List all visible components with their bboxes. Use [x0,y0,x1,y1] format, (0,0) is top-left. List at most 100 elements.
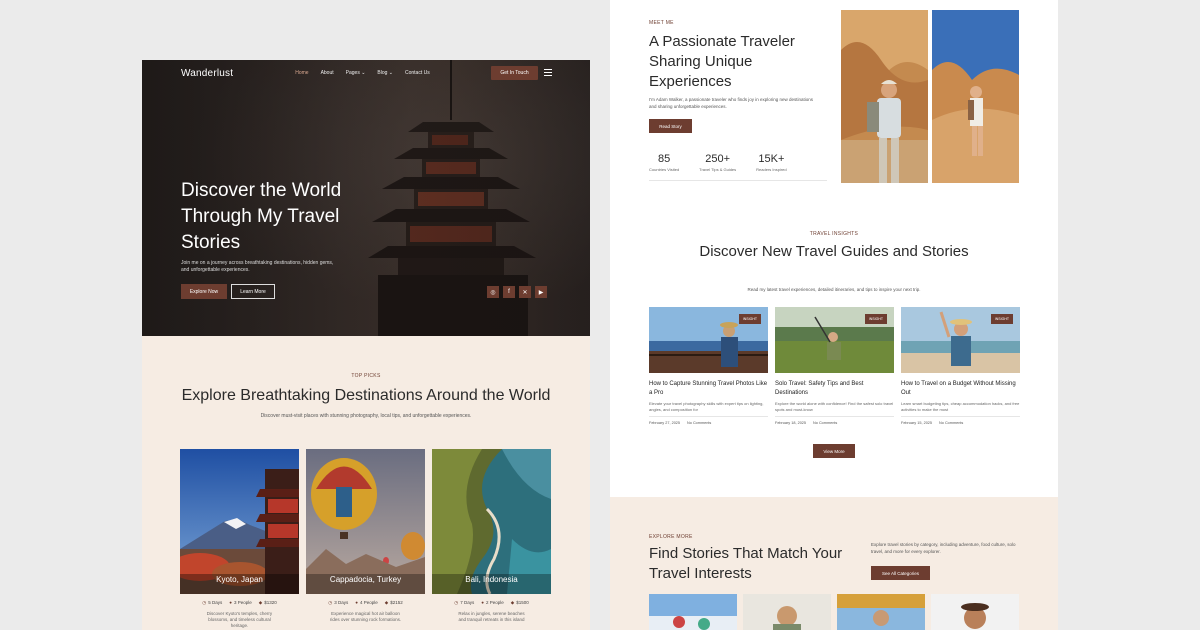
meet-title: A Passionate Traveler Sharing Unique Exp… [649,33,795,90]
homepage-preview-right: MEET ME A Passionate Traveler Sharing Un… [610,0,1058,630]
destination-card[interactable]: Bali, Indonesia ◷ 7 Days ● 2 People ◆ $1500… [432,449,551,629]
post-excerpt: Elevate your travel photography skills w… [649,401,764,412]
destination-meta: ◷ 5 Days ● 3 People ◆ $1320 [202,600,277,605]
explore-section: EXPLORE MORE Find Stories That Match You… [610,497,1058,630]
people-icon: ● [355,600,358,605]
category-thumb[interactable] [931,594,1019,630]
post-badge: INSIGHT [738,314,761,324]
post-comments[interactable]: No Comments [813,421,837,425]
price-tag-icon: ◆ [258,600,263,605]
nav-pages[interactable]: Pages ⌄ [346,70,366,76]
destination-text: Relax in jungles, serene beaches and tra… [458,611,525,622]
hero-subtitle: Join me on a journey across breathtaking… [181,260,334,273]
clock-icon: ◷ [454,600,459,605]
nav-blog[interactable]: Blog ⌄ [377,70,393,76]
instagram-icon[interactable]: ◎ [487,286,499,298]
post-badge: INSIGHT [990,314,1013,324]
see-all-categories-button[interactable]: See All Categories [871,566,930,580]
destination-name: Kyoto, Japan [216,575,263,584]
meet-kicker: MEET ME [649,20,674,26]
top-picks-desc: Discover must-visit places with stunning… [260,413,472,419]
insights-title: Discover New Travel Guides and Stories [699,243,969,260]
site-logo[interactable]: Wanderlust [181,68,233,79]
explore-title: Find Stories That Match Your Travel Inte… [649,545,843,582]
stat-tips: 250+ Travel Tips & Guides [699,153,737,172]
post-date: February 15, 2025 [901,421,933,425]
destination-card[interactable]: Kyoto, Japan ◷ 5 Days ● 3 People ◆ $1320 Di… [180,449,299,629]
destination-meta: ◷ 3 Days ● 4 People ◆ $2152 [328,600,403,605]
meet-bio: I'm Adam Walker, a passionate traveler w… [649,97,814,109]
view-more-button[interactable]: View More [813,444,855,458]
explore-kicker: EXPLORE MORE [649,534,693,540]
post-excerpt: Learn smart budgeting tips, cheap accomm… [901,401,1020,412]
post-title[interactable]: How to Travel on a Budget Without Missin… [901,380,1020,398]
blog-posts: INSIGHT How to Capture Stunning Travel P… [649,307,1020,425]
hamburger-menu-icon[interactable] [544,69,552,76]
post-meta: February 18, 2025 No Comments [775,416,894,425]
post-title[interactable]: Solo Travel: Safety Tips and Best Destin… [775,380,894,398]
cappadocia-image: Cappadocia, Turkey [306,449,425,594]
blog-post-card[interactable]: INSIGHT How to Travel on a Budget Withou… [901,307,1020,425]
get-in-touch-button[interactable]: Get In Touch [491,66,538,80]
hero-title: Discover the World Through My Travel Sto… [181,180,342,253]
nav-home[interactable]: Home [295,70,308,76]
kyoto-image: Kyoto, Japan [180,449,299,594]
blog-post-card[interactable]: INSIGHT Solo Travel: Safety Tips and Bes… [775,307,894,425]
read-story-button[interactable]: Read Story [649,119,692,133]
nav-about[interactable]: About [321,70,334,76]
post-comments[interactable]: No Comments [939,421,963,425]
category-thumb[interactable] [649,594,737,630]
price-tag-icon: ◆ [510,600,515,605]
explore-now-button[interactable]: Explore Now [181,284,227,299]
divider [649,180,827,181]
people-icon: ● [229,600,232,605]
homepage-preview-left: Wanderlust Home About Pages ⌄ Blog ⌄ Con… [142,60,590,630]
post-badge: INSIGHT [864,314,887,324]
post-title[interactable]: How to Capture Stunning Travel Photos Li… [649,380,768,398]
hero-section: Wanderlust Home About Pages ⌄ Blog ⌄ Con… [142,60,590,336]
destination-text: Discover Kyoto's temples, cherry blossom… [206,611,273,628]
youtube-icon[interactable]: ▶ [535,286,547,298]
post-date: February 18, 2025 [775,421,807,425]
category-thumbnails [649,594,1019,630]
post-meta: February 15, 2025 No Comments [901,416,1020,425]
stats-row: 85 Countries Visited 250+ Travel Tips & … [649,153,787,172]
category-thumb[interactable] [743,594,831,630]
stat-countries: 85 Countries Visited [649,153,680,172]
post-date: February 27, 2025 [649,421,681,425]
stat-readers: 15K+ Readers Inspired [756,153,787,172]
explore-desc: Explore travel stories by category, incl… [871,542,1016,554]
top-picks-kicker: TOP PICKS [351,373,381,379]
blog-post-card[interactable]: INSIGHT How to Capture Stunning Travel P… [649,307,768,425]
post-image-solo: INSIGHT [775,307,894,373]
clock-icon: ◷ [328,600,333,605]
destination-text: Experience magical hot air balloon rides… [329,611,402,622]
post-meta: February 27, 2025 No Comments [649,416,768,425]
top-picks-title: Explore Breathtaking Destinations Around… [181,387,551,404]
traveler-photo-desert [841,10,928,183]
post-image-budget: INSIGHT [901,307,1020,373]
insights-desc: Read my latest travel experiences, detai… [747,287,921,292]
post-comments[interactable]: No Comments [687,421,711,425]
social-links: ◎ f ✕ ▶ [487,286,547,298]
facebook-icon[interactable]: f [503,286,515,298]
category-thumb[interactable] [837,594,925,630]
clock-icon: ◷ [202,600,207,605]
people-icon: ● [481,600,484,605]
top-picks-section: TOP PICKS Explore Breathtaking Destinati… [142,336,590,419]
post-excerpt: Explore the world alone with confidence!… [775,401,894,412]
destination-name: Cappadocia, Turkey [329,575,402,584]
destination-card[interactable]: Cappadocia, Turkey ◷ 3 Days ● 4 People ◆ $2… [306,449,425,629]
traveler-photo-canyon [932,10,1019,183]
destination-name: Bali, Indonesia [465,575,518,584]
nav-contact[interactable]: Contact Us [405,70,430,76]
destination-meta: ◷ 7 Days ● 2 People ◆ $1500 [454,600,529,605]
nav-links: Home About Pages ⌄ Blog ⌄ Contact Us [295,70,430,76]
price-tag-icon: ◆ [384,600,389,605]
x-icon[interactable]: ✕ [519,286,531,298]
post-image-photography: INSIGHT [649,307,768,373]
bali-image: Bali, Indonesia [432,449,551,594]
learn-more-button[interactable]: Learn More [231,284,275,299]
insights-kicker: TRAVEL INSIGHTS [809,231,859,237]
destination-cards: Kyoto, Japan ◷ 5 Days ● 3 People ◆ $1320 Di… [180,449,551,629]
